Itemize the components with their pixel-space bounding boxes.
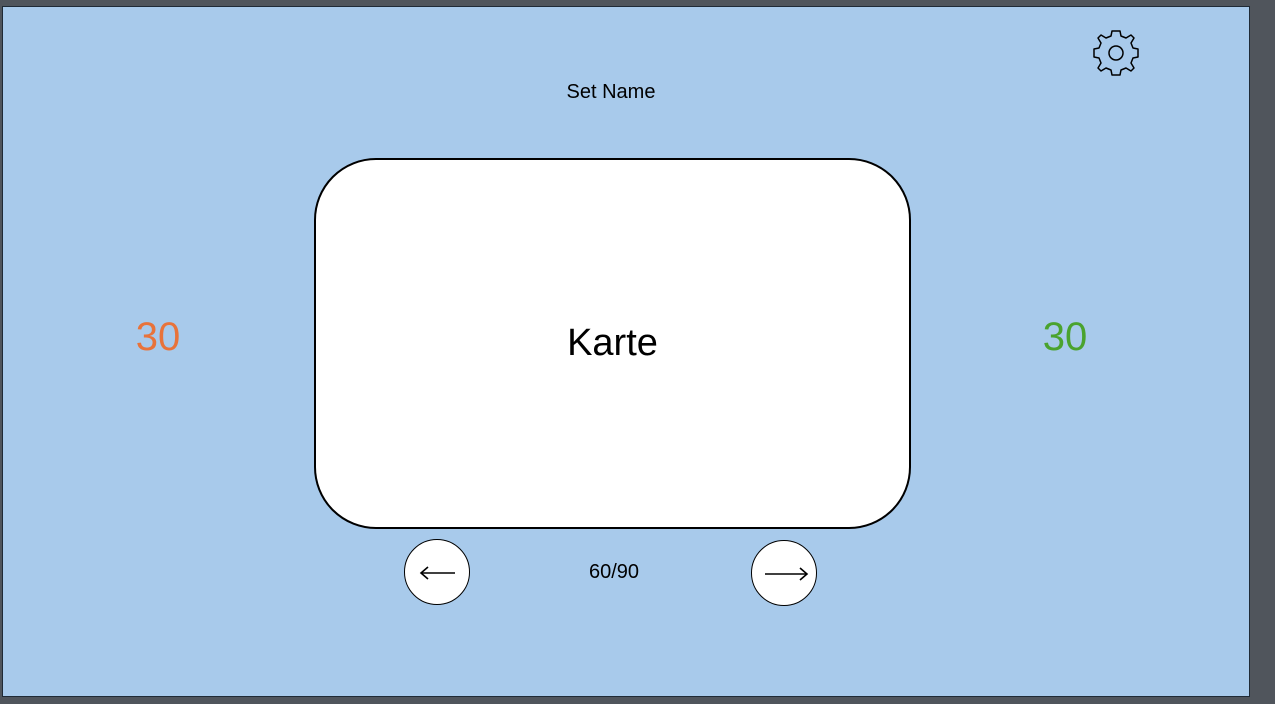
arrow-left-icon: [419, 566, 455, 580]
previous-card-button[interactable]: [404, 539, 470, 605]
card-progress: 60/90: [588, 561, 640, 583]
settings-button[interactable]: [1089, 26, 1143, 80]
flashcard-screen: Set Name 30 30 Karte 60/90: [2, 6, 1250, 697]
flashcard-text: Karte: [567, 322, 658, 364]
wrong-count: 30: [135, 315, 181, 359]
set-name-title: Set Name: [566, 81, 656, 103]
next-card-button[interactable]: [751, 540, 817, 606]
gear-icon: [1093, 30, 1139, 76]
correct-count: 30: [1042, 315, 1088, 359]
arrow-right-icon: [765, 567, 809, 581]
flashcard[interactable]: Karte: [314, 158, 911, 529]
